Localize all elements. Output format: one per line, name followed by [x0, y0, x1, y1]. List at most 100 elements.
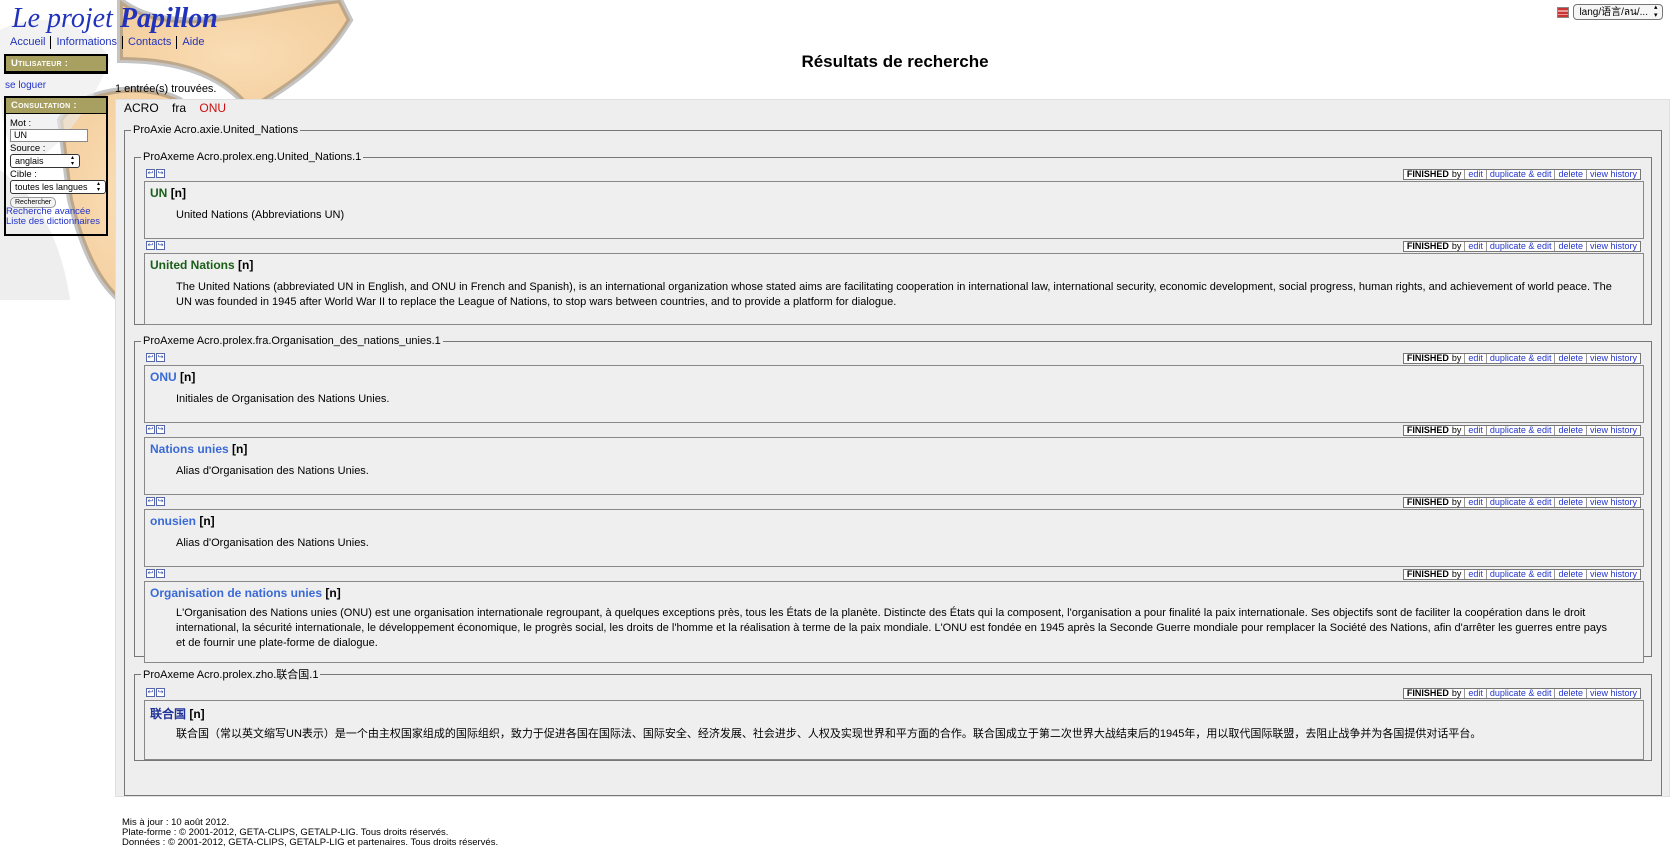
status-label: FINISHED — [1406, 688, 1449, 698]
expand-icon[interactable]: ↩ — [146, 353, 155, 362]
status-by: by — [1451, 353, 1462, 363]
duplicate-edit-link[interactable]: duplicate & edit — [1485, 170, 1555, 179]
cible-select[interactable]: toutes les langues — [10, 180, 106, 194]
entry-block: ↩ ↪ FINISHED by edit duplicate & edit dele… — [144, 169, 1644, 239]
collapse-icon[interactable]: ↪ — [156, 688, 165, 697]
collapse-icon[interactable]: ↪ — [156, 353, 165, 362]
edit-link[interactable]: edit — [1464, 242, 1486, 251]
expand-icon[interactable]: ↩ — [146, 688, 155, 697]
block-controls: ↩ ↪ — [146, 169, 165, 178]
view-history-link[interactable]: view history — [1585, 570, 1640, 579]
delete-link[interactable]: delete — [1554, 426, 1586, 435]
delete-link[interactable]: delete — [1554, 170, 1586, 179]
consultation-panel: Consultation : Mot : UN Source : anglais… — [4, 96, 108, 236]
part-of-speech: [n] — [238, 258, 254, 272]
block-gloss: 联合国（常以英文缩写UN表示）是一个由主权国家组成的国际组织，致力于促进各国在国… — [176, 728, 1482, 740]
delete-link[interactable]: delete — [1554, 570, 1586, 579]
nav-accueil[interactable]: Accueil — [5, 36, 50, 49]
view-history-link[interactable]: view history — [1585, 689, 1640, 698]
expand-icon[interactable]: ↩ — [146, 497, 155, 506]
nav-aide[interactable]: Aide — [176, 36, 209, 49]
edit-link[interactable]: edit — [1464, 498, 1486, 507]
page-title: Résultats de recherche — [801, 52, 989, 71]
language-selector-area: lang/语言/ลน/... — [1557, 4, 1663, 20]
expand-icon[interactable]: ↩ — [146, 169, 155, 178]
block-status-bar: FINISHED by edit duplicate & edit delete … — [1402, 353, 1641, 364]
block-controls: ↩ ↪ — [146, 241, 165, 250]
view-history-link[interactable]: view history — [1585, 354, 1640, 363]
block-status-bar: FINISHED by edit duplicate & edit delete … — [1402, 425, 1641, 436]
status-by: by — [1451, 241, 1462, 251]
view-history-link[interactable]: view history — [1585, 242, 1640, 251]
duplicate-edit-link[interactable]: duplicate & edit — [1485, 242, 1555, 251]
login-link[interactable]: se loguer — [5, 80, 46, 91]
footer-data-copyright: Données : © 2001-2012, GETA-CLIPS, GETAL… — [122, 837, 499, 848]
edit-link[interactable]: edit — [1464, 354, 1486, 363]
nav-contacts[interactable]: Contacts — [122, 36, 176, 49]
entry-block: ↩ ↪ FINISHED by edit duplicate & edit dele… — [144, 425, 1644, 495]
entry-block: ↩ ↪ FINISHED by edit duplicate & edit dele… — [144, 569, 1644, 663]
delete-link[interactable]: delete — [1554, 354, 1586, 363]
delete-link[interactable]: delete — [1554, 689, 1586, 698]
part-of-speech: [n] — [189, 707, 205, 721]
block-controls: ↩ ↪ — [146, 353, 165, 362]
proaxeme-legend: ProAxeme Acro.prolex.eng.United_Nations.… — [143, 151, 362, 163]
status-label: FINISHED — [1406, 353, 1449, 363]
view-history-link[interactable]: view history — [1585, 170, 1640, 179]
block-controls: ↩ ↪ — [146, 569, 165, 578]
headword-text: Organisation de nations unies — [150, 586, 323, 600]
block-controls: ↩ ↪ — [146, 497, 165, 506]
edit-link[interactable]: edit — [1464, 426, 1486, 435]
nav-informations[interactable]: Informations — [50, 36, 122, 49]
duplicate-edit-link[interactable]: duplicate & edit — [1485, 570, 1555, 579]
language-select[interactable]: lang/语言/ลน/... — [1573, 4, 1663, 20]
view-history-link[interactable]: view history — [1585, 426, 1640, 435]
headword-text: onusien — [150, 514, 197, 528]
proaxeme-zho: ProAxeme Acro.prolex.zho.联合国.1 ↩ ↪ FINISH… — [134, 666, 1652, 761]
mot-label: Mot : — [10, 118, 32, 129]
view-history-link[interactable]: view history — [1585, 498, 1640, 507]
expand-icon[interactable]: ↩ — [146, 241, 155, 250]
status-by: by — [1451, 688, 1462, 698]
part-of-speech: [n] — [170, 186, 187, 200]
mot-input[interactable]: UN — [10, 129, 88, 142]
site-logo[interactable]: Le projet Papillon — [12, 3, 218, 35]
collapse-icon[interactable]: ↪ — [156, 425, 165, 434]
block-headword: ONU [n] — [150, 370, 195, 384]
language-flag-icon[interactable] — [1557, 6, 1570, 18]
block-headword: onusien [n] — [150, 514, 215, 528]
proaxeme-legend: ProAxeme Acro.prolex.zho.联合国.1 — [143, 669, 319, 681]
expand-icon[interactable]: ↩ — [146, 425, 155, 434]
collapse-icon[interactable]: ↪ — [156, 569, 165, 578]
status-by: by — [1451, 497, 1462, 507]
block-gloss: Alias d'Organisation des Nations Unies. — [176, 537, 369, 549]
collapse-icon[interactable]: ↪ — [156, 169, 165, 178]
edit-link[interactable]: edit — [1464, 570, 1486, 579]
duplicate-edit-link[interactable]: duplicate & edit — [1485, 498, 1555, 507]
headword-text: 联合国 — [150, 707, 187, 721]
source-select[interactable]: anglais — [10, 154, 80, 168]
entry-language: fra — [172, 101, 187, 115]
duplicate-edit-link[interactable]: duplicate & edit — [1485, 354, 1555, 363]
edit-link[interactable]: edit — [1464, 689, 1486, 698]
part-of-speech: [n] — [325, 586, 341, 600]
expand-icon[interactable]: ↩ — [146, 569, 155, 578]
collapse-icon[interactable]: ↪ — [156, 241, 165, 250]
status-label: FINISHED — [1406, 425, 1449, 435]
logo-prefix: Le projet — [12, 3, 113, 34]
delete-link[interactable]: delete — [1554, 498, 1586, 507]
proaxeme-fra: ProAxeme Acro.prolex.fra.Organisation_de… — [134, 335, 1652, 663]
entry-dictionary: ACRO — [124, 101, 159, 115]
duplicate-edit-link[interactable]: duplicate & edit — [1485, 426, 1555, 435]
proaxeme-eng: ProAxeme Acro.prolex.eng.United_Nations.… — [134, 151, 1652, 325]
part-of-speech: [n] — [180, 370, 196, 384]
entry-block: ↩ ↪ FINISHED by edit duplicate & edit dele… — [144, 241, 1644, 325]
block-status-bar: FINISHED by edit duplicate & edit delete … — [1402, 241, 1641, 252]
collapse-icon[interactable]: ↪ — [156, 497, 165, 506]
delete-link[interactable]: delete — [1554, 242, 1586, 251]
edit-link[interactable]: edit — [1464, 170, 1486, 179]
dictionary-list-link[interactable]: Liste des dictionnaires — [6, 216, 100, 227]
entry-header-row: ACRO fra ONU — [124, 101, 236, 115]
block-headword: 联合国 [n] — [150, 705, 205, 722]
duplicate-edit-link[interactable]: duplicate & edit — [1485, 689, 1555, 698]
